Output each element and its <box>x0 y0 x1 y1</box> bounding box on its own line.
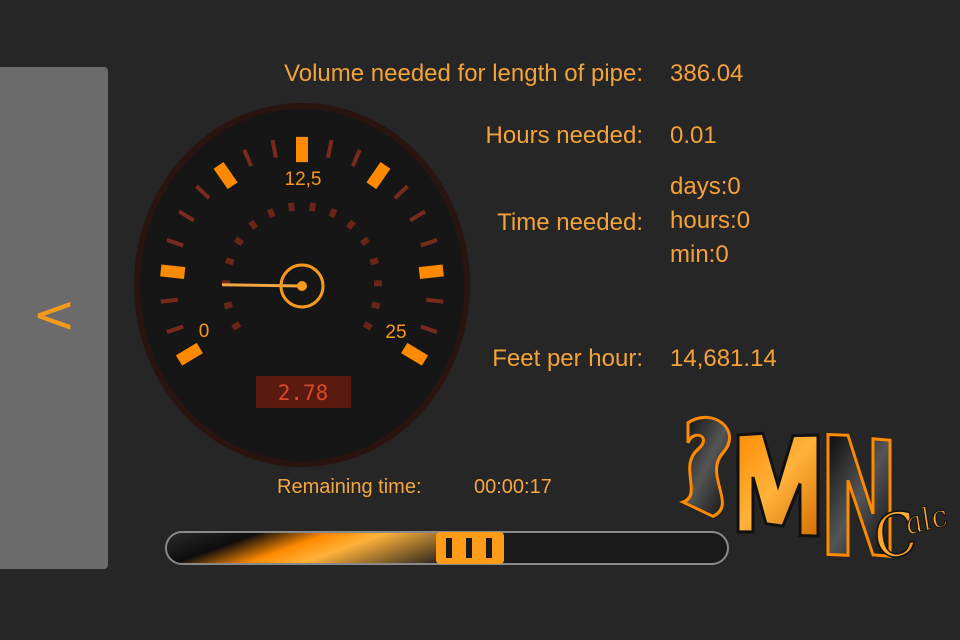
gauge-major-tick <box>418 264 444 280</box>
gauge-inner-tick <box>248 219 259 230</box>
gauge-inner-tick <box>371 301 381 310</box>
gauge-needle <box>221 283 303 288</box>
volume-value: 386.04 <box>670 60 744 87</box>
gauge-minor-tick <box>160 297 178 304</box>
gauge-max-label: 25 <box>385 322 406 343</box>
gauge-inner-tick <box>233 236 245 247</box>
gauge-major-tick <box>160 264 186 280</box>
gauge-min-label: 0 <box>199 321 210 342</box>
gauge-inner-tick <box>266 208 276 219</box>
chevron-left-icon[interactable]: < <box>32 289 76 341</box>
gauge-svg: 0 12,5 25 2.78 <box>134 103 470 467</box>
progress-fill <box>167 533 448 563</box>
feet-per-hour-value: 14,681.14 <box>670 345 777 372</box>
hours-value: 0.01 <box>670 122 717 149</box>
remaining-time-value: 00:00:17 <box>474 476 552 498</box>
gauge-inner-tick <box>223 301 233 310</box>
gauge-readout: 2.78 <box>278 381 329 405</box>
gauge-inner-tick <box>231 321 242 331</box>
speed-gauge: 0 12,5 25 2.78 <box>130 100 474 470</box>
handle-grip-bar <box>486 538 492 558</box>
time-hours-value: hours:0 <box>670 207 751 234</box>
gauge-inner-tick <box>345 219 356 230</box>
back-panel[interactable]: < <box>0 67 108 569</box>
feet-per-hour-label: Feet per hour: <box>492 345 643 372</box>
time-min-value: min:0 <box>670 241 729 268</box>
gauge-minor-tick <box>426 297 444 304</box>
gauge-inner-tick <box>309 202 317 212</box>
time-days-value: days:0 <box>670 173 741 200</box>
progress-handle[interactable] <box>436 532 504 564</box>
gauge-inner-tick <box>362 321 373 331</box>
time-label: Time needed: <box>497 209 643 236</box>
handle-grip-bar <box>446 538 452 558</box>
gauge-mid-label: 12,5 <box>285 169 322 190</box>
gauge-inner-tick <box>369 257 380 266</box>
remaining-time-label: Remaining time: <box>277 476 422 498</box>
gauge-inner-tick <box>224 257 235 266</box>
hours-label: Hours needed: <box>485 122 643 149</box>
handle-grip-bar <box>466 538 472 558</box>
gauge-inner-tick <box>359 236 371 247</box>
gauge-hub-center <box>297 281 307 291</box>
smn-calc-logo: C alc <box>679 416 954 574</box>
volume-label: Volume needed for length of pipe: <box>284 60 643 87</box>
gauge-inner-tick <box>328 208 338 219</box>
gauge-inner-tick <box>287 202 295 212</box>
